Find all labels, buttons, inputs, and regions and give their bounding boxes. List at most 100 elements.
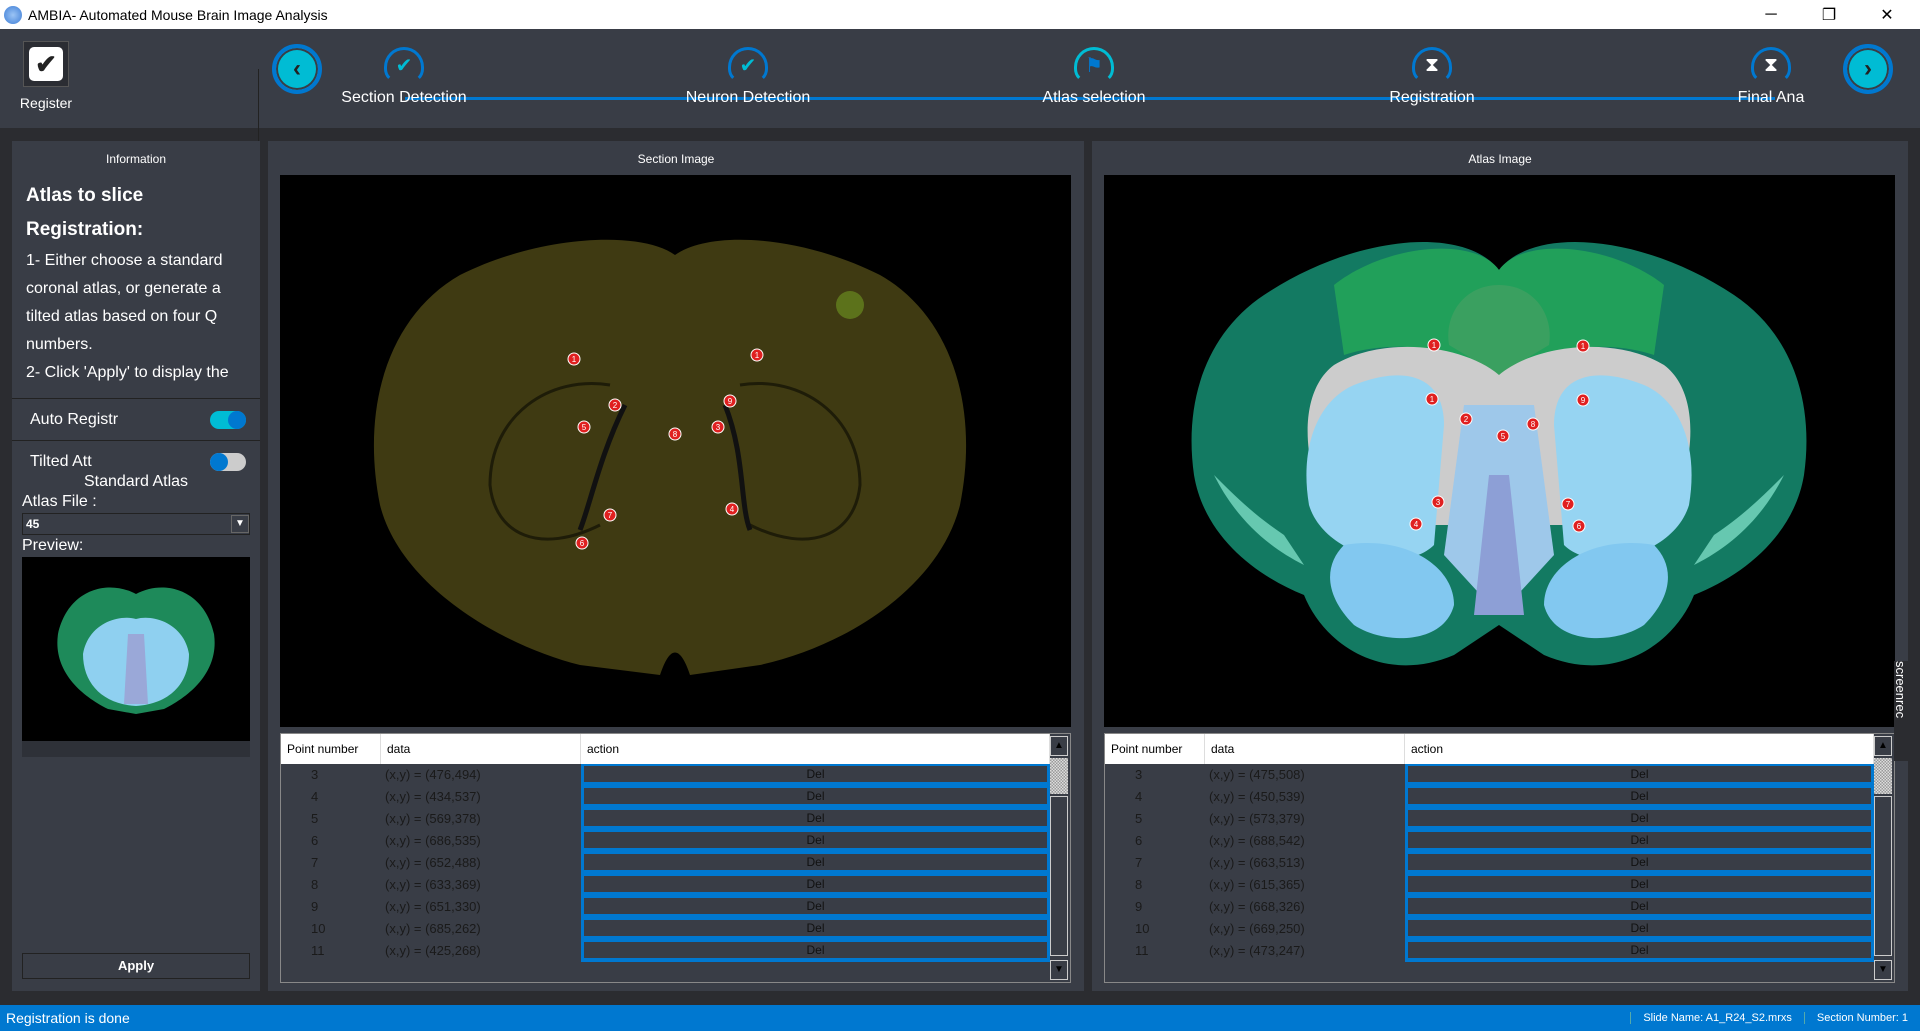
point-coordinates: (x,y) = (450,539) (1209, 789, 1305, 804)
delete-button[interactable]: Del (1405, 852, 1874, 874)
section-image-viewer[interactable]: 1 1 2 9 5 8 3 7 4 6 (280, 175, 1071, 727)
delete-button[interactable]: Del (581, 852, 1050, 874)
delete-button[interactable]: Del (581, 874, 1050, 896)
panel-title: Atlas Image (1468, 152, 1532, 166)
table-header: Point number data action (1105, 734, 1874, 764)
delete-button[interactable]: Del (581, 764, 1050, 786)
apply-button[interactable]: Apply (22, 953, 250, 979)
column-header[interactable]: action (581, 734, 1050, 764)
landmark-label: 5 (582, 423, 587, 432)
column-header[interactable]: Point number (1105, 734, 1205, 764)
landmark-label: 7 (1566, 500, 1571, 509)
delete-button[interactable]: Del (1405, 940, 1874, 962)
landmark-label: 1 (755, 351, 760, 360)
atlas-image-panel: Atlas Image 11192853746 Point number data… (1092, 141, 1908, 991)
section-number: Section Number: 1 (1803, 1012, 1920, 1024)
delete-button[interactable]: Del (1405, 764, 1874, 786)
hourglass-icon: ⧗ (1751, 47, 1791, 83)
table-row: 3 (x,y) = (476,494) Del (281, 764, 1050, 786)
point-coordinates: (x,y) = (685,262) (385, 921, 481, 936)
point-number: 11 (311, 943, 325, 958)
delete-button[interactable]: Del (1405, 874, 1874, 896)
column-header[interactable]: data (381, 734, 581, 764)
auto-registration-row: Auto Registr (12, 399, 260, 441)
column-header[interactable]: Point number (281, 734, 381, 764)
status-bar: Registration is done Slide Name: A1_R24_… (0, 1005, 1920, 1031)
chevron-down-icon[interactable]: ▼ (231, 515, 249, 533)
tilted-atlas-toggle[interactable] (210, 453, 246, 471)
scroll-down-icon[interactable]: ▼ (1874, 960, 1892, 980)
atlas-file-value: 45 (26, 517, 40, 531)
point-number: 5 (311, 811, 319, 826)
atlas-file-select[interactable]: 45 ▼ (22, 513, 250, 535)
delete-button[interactable]: Del (1405, 808, 1874, 830)
flag-icon: ⚑ (1074, 47, 1114, 83)
column-header[interactable]: data (1205, 734, 1405, 764)
point-number: 6 (1135, 833, 1143, 848)
title-bar: AMBIA- Automated Mouse Brain Image Analy… (0, 0, 1920, 29)
point-number: 6 (311, 833, 319, 848)
delete-label: Del (1408, 788, 1871, 804)
scroll-thumb[interactable] (1050, 758, 1068, 794)
delete-button[interactable]: Del (1405, 786, 1874, 808)
forward-button[interactable]: › (1843, 44, 1893, 94)
delete-button[interactable]: Del (581, 808, 1050, 830)
delete-button[interactable]: Del (581, 830, 1050, 852)
point-coordinates: (x,y) = (652,488) (385, 855, 481, 870)
scrollbar[interactable]: ▲ ▼ (1050, 736, 1068, 980)
preview-label: Preview: (22, 537, 84, 554)
step-label: Neuron Detection (685, 89, 811, 106)
scroll-thumb[interactable] (1874, 758, 1892, 794)
landmark-label: 1 (1581, 342, 1586, 351)
step-neuron-detection[interactable]: ✔ Neuron Detection (648, 47, 848, 107)
close-button[interactable]: ✕ (1864, 0, 1910, 29)
step-final-analysis[interactable]: ⧗ Final Ana (1671, 47, 1871, 107)
scroll-up-icon[interactable]: ▲ (1874, 736, 1892, 756)
delete-label: Del (584, 876, 1047, 892)
check-icon: ✔ (384, 47, 424, 83)
register-button[interactable]: ✔ Register (18, 41, 74, 121)
scroll-up-icon[interactable]: ▲ (1050, 736, 1068, 756)
step-section-detection[interactable]: ✔ Section Detection (304, 47, 504, 107)
table-row: 11 (x,y) = (425,268) Del (281, 940, 1050, 962)
restore-button[interactable]: ❐ (1806, 0, 1852, 29)
delete-button[interactable]: Del (581, 786, 1050, 808)
point-number: 10 (311, 921, 326, 936)
delete-button[interactable]: Del (1405, 830, 1874, 852)
atlas-preview-image (57, 587, 215, 714)
delete-button[interactable]: Del (581, 940, 1050, 962)
point-number: 11 (1135, 943, 1149, 958)
window-title: AMBIA- Automated Mouse Brain Image Analy… (28, 6, 328, 23)
status-message: Registration is done (6, 1010, 130, 1026)
atlas-image-viewer[interactable]: 1 1 1 9 2 8 5 3 7 4 6 (1104, 175, 1895, 727)
table-row: 7 (x,y) = (652,488) Del (281, 852, 1050, 874)
table-row: 6 (x,y) = (688,542) Del (1105, 830, 1874, 852)
hourglass-icon: ⧗ (1412, 47, 1452, 83)
point-coordinates: (x,y) = (475,508) (1209, 767, 1305, 782)
step-label: Section Detection (341, 89, 467, 106)
delete-button[interactable]: Del (1405, 918, 1874, 940)
atlas-image: 1 1 1 9 2 8 5 3 7 4 6 (1191, 242, 1807, 666)
point-coordinates: (x,y) = (573,379) (1209, 811, 1305, 826)
heading: Registration: (26, 219, 144, 240)
step-atlas-selection[interactable]: ⚑ Atlas selection (994, 47, 1194, 107)
column-header[interactable]: action (1405, 734, 1874, 764)
step-registration[interactable]: ⧗ Registration (1332, 47, 1532, 107)
point-number: 7 (1135, 855, 1143, 870)
delete-label: Del (1408, 810, 1871, 826)
delete-button[interactable]: Del (581, 918, 1050, 940)
landmark-label: 2 (613, 401, 618, 410)
auto-registration-label: Auto Registr (30, 410, 119, 428)
scrollbar[interactable]: ▲ ▼ (1874, 736, 1892, 980)
instructions-text[interactable]: Atlas to slice Registration: 1- Either c… (12, 177, 260, 399)
delete-button[interactable]: Del (1405, 896, 1874, 918)
delete-button[interactable]: Del (581, 896, 1050, 918)
point-coordinates: (x,y) = (688,542) (1209, 833, 1305, 848)
scroll-down-icon[interactable]: ▼ (1050, 960, 1068, 980)
table-row: 9 (x,y) = (668,326) Del (1105, 896, 1874, 918)
point-number: 10 (1135, 921, 1150, 936)
instruction-step-2: 2- Click 'Apply' to display the (26, 364, 229, 381)
auto-registration-toggle[interactable] (210, 410, 246, 429)
delete-label: Del (584, 832, 1047, 848)
minimize-button[interactable]: ─ (1748, 0, 1794, 29)
